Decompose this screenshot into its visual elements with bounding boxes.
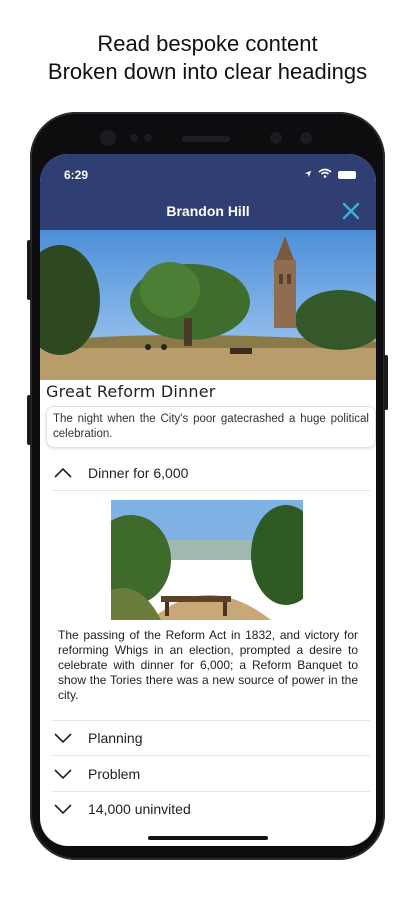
battery-icon: [338, 170, 356, 179]
divider: [52, 720, 370, 721]
location-arrow-icon: [304, 169, 312, 181]
promo-line-1: Read bespoke content: [97, 31, 318, 56]
power-button: [384, 355, 388, 410]
iris-scanner: [300, 132, 312, 144]
bixby-button: [27, 395, 31, 445]
accordion-label: Dinner for 6,000: [88, 465, 189, 481]
chevron-down-icon: [54, 804, 72, 815]
accordion-item-uninvited[interactable]: 14,000 uninvited: [52, 794, 370, 824]
hero-image: [40, 230, 376, 380]
sensor: [144, 134, 152, 142]
page-title: Brandon Hill: [166, 203, 250, 219]
volume-button: [27, 240, 31, 300]
proximity-sensor: [270, 132, 282, 144]
accordion-item-dinner[interactable]: Dinner for 6,000: [52, 458, 370, 488]
divider: [52, 755, 370, 756]
chevron-down-icon: [54, 733, 72, 744]
accordion-item-planning[interactable]: Planning: [52, 723, 370, 753]
section-image: [111, 500, 303, 620]
chevron-down-icon: [54, 769, 72, 780]
wifi-icon: [318, 168, 332, 181]
front-camera: [100, 130, 116, 146]
accordion-label: Planning: [88, 730, 143, 746]
chevron-up-icon: [54, 467, 72, 478]
app-screen: 6:29 Brandon Hill Great Reform Dinner Th…: [40, 154, 376, 846]
section-title: Great Reform Dinner: [46, 382, 216, 401]
status-time: 6:29: [64, 168, 89, 182]
promo-line-2: Broken down into clear headings: [47, 59, 368, 84]
accordion-item-problem[interactable]: Problem: [52, 759, 370, 789]
accordion-body-text: The passing of the Reform Act in 1832, a…: [58, 628, 358, 702]
accordion-label: 14,000 uninvited: [88, 801, 191, 817]
app-header: Brandon Hill: [40, 194, 376, 230]
section-summary: The night when the City's poor gatecrash…: [53, 413, 369, 440]
divider: [52, 490, 370, 491]
earpiece-speaker: [182, 136, 230, 142]
section-summary-card: The night when the City's poor gatecrash…: [46, 406, 376, 448]
close-icon: [342, 202, 360, 220]
home-indicator[interactable]: [148, 836, 268, 840]
close-button[interactable]: [340, 200, 362, 222]
divider: [52, 791, 370, 792]
promo-caption: Read bespoke content Broken down into cl…: [0, 30, 415, 86]
accordion-label: Problem: [88, 766, 141, 782]
sensor: [130, 134, 138, 142]
status-bar: 6:29: [40, 154, 376, 194]
